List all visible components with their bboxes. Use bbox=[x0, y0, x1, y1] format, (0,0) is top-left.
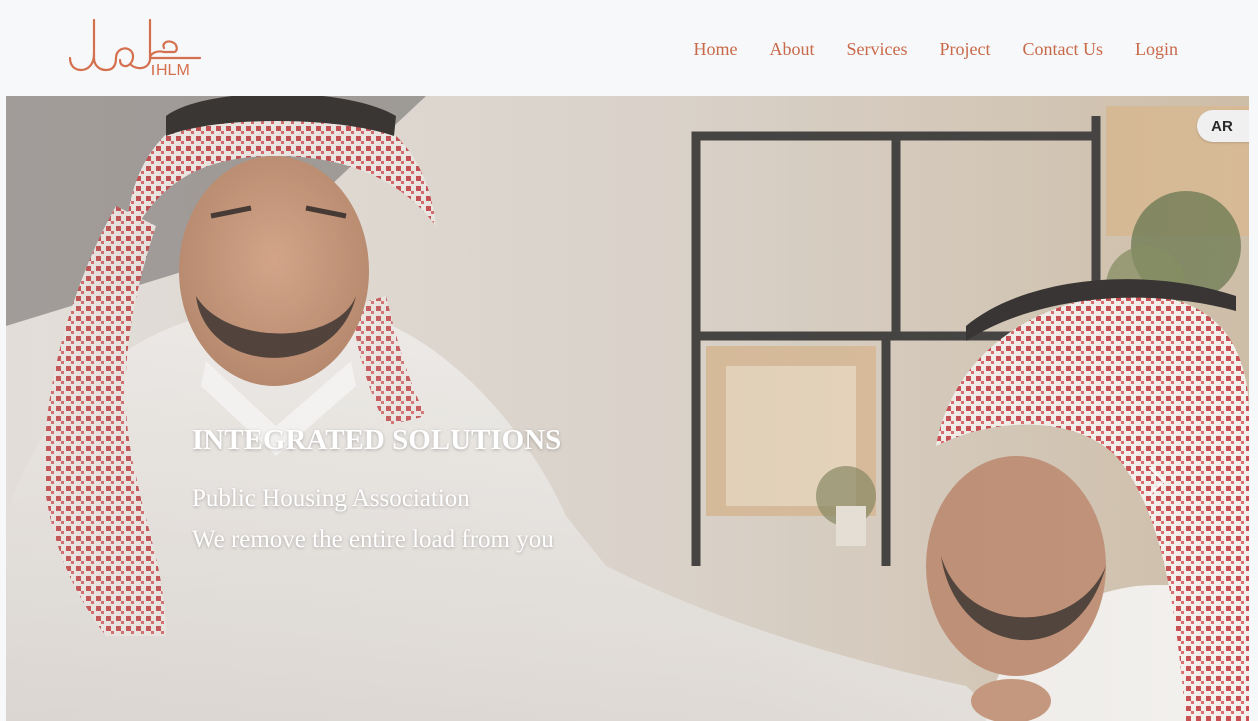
brand-logo[interactable]: HLM bbox=[64, 14, 209, 80]
hero-title: INTEGRATED SOLUTIONS bbox=[192, 424, 562, 456]
logo-mark: HLM bbox=[68, 18, 202, 79]
nav-home[interactable]: Home bbox=[694, 37, 738, 61]
hero-slider: INTEGRATED SOLUTIONS Public Housing Asso… bbox=[6, 96, 1249, 721]
slider-next-button[interactable] bbox=[1142, 464, 1170, 498]
nav-contact-us[interactable]: Contact Us bbox=[1023, 37, 1104, 61]
site-header: HLM Home About Services Project Contact … bbox=[0, 0, 1258, 96]
main-nav: Home About Services Project Contact Us L… bbox=[694, 36, 1178, 62]
nav-login[interactable]: Login bbox=[1135, 37, 1178, 61]
nav-project[interactable]: Project bbox=[940, 37, 991, 61]
nav-services[interactable]: Services bbox=[847, 37, 908, 61]
language-toggle-button[interactable]: AR bbox=[1197, 110, 1249, 142]
nav-about[interactable]: About bbox=[770, 37, 815, 61]
hero-subtitle-line-1: Public Housing Association bbox=[192, 485, 470, 512]
chevron-right-icon bbox=[1148, 466, 1166, 496]
logo-latin-text: HLM bbox=[156, 62, 190, 79]
hero-overlay bbox=[6, 96, 1249, 721]
hero-subtitle-line-2: We remove the entire load from you bbox=[192, 526, 554, 553]
